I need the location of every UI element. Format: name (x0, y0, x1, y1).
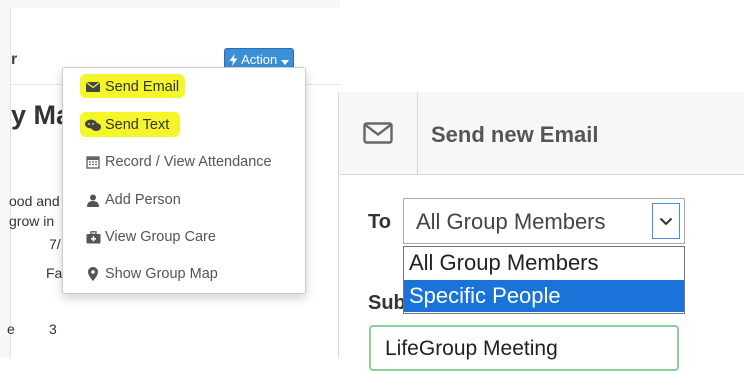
to-label: To (368, 211, 391, 233)
recipients-select[interactable]: All Group Members (403, 198, 685, 244)
modal-title: Send new Email (431, 122, 599, 147)
menu-item-add-person[interactable]: Add Person (85, 187, 181, 213)
bolt-icon (229, 54, 238, 66)
menu-item-send-text[interactable]: Send Text (85, 112, 169, 138)
select-arrow-button[interactable] (652, 203, 680, 239)
detail-label: e (7, 321, 15, 337)
recipients-options-list: All Group Members Specific People (403, 246, 685, 314)
detail-value: 3 (49, 321, 57, 337)
map-marker-icon (85, 267, 101, 281)
recipients-select-value: All Group Members (416, 209, 606, 234)
modal-header: Send new Email (339, 92, 744, 175)
menu-item-send-email[interactable]: Send Email (85, 74, 179, 100)
medkit-icon (85, 230, 101, 244)
action-dropdown-menu: Send Email Send Text Record / View Atten… (62, 67, 306, 294)
action-button-label: Action (241, 52, 278, 67)
chat-icon (85, 119, 101, 132)
calendar-icon (85, 155, 101, 169)
meeting-date: 7/ (49, 236, 61, 252)
description-text: ood and (9, 193, 60, 209)
menu-item-record-view-attendance[interactable]: Record / View Attendance (85, 149, 272, 175)
option-specific-people[interactable]: Specific People (404, 280, 684, 312)
option-all-group-members[interactable]: All Group Members (404, 247, 684, 279)
envelope-icon (85, 82, 101, 92)
meeting-frequency: Fa (46, 265, 63, 281)
chevron-down-icon (659, 217, 673, 225)
send-email-modal: Send new Email To All Group Members Subj… (338, 92, 744, 371)
modal-icon-box (339, 92, 418, 174)
user-icon (85, 194, 101, 207)
caret-down-icon (280, 60, 289, 65)
menu-item-show-group-map[interactable]: Show Group Map (85, 261, 218, 287)
envelope-outline-icon (363, 122, 393, 144)
card-header-title: r (11, 51, 18, 68)
description-text: grow in (9, 213, 55, 229)
menu-item-view-group-care[interactable]: View Group Care (85, 224, 216, 250)
subject-input[interactable]: LifeGroup Meeting (369, 325, 679, 371)
